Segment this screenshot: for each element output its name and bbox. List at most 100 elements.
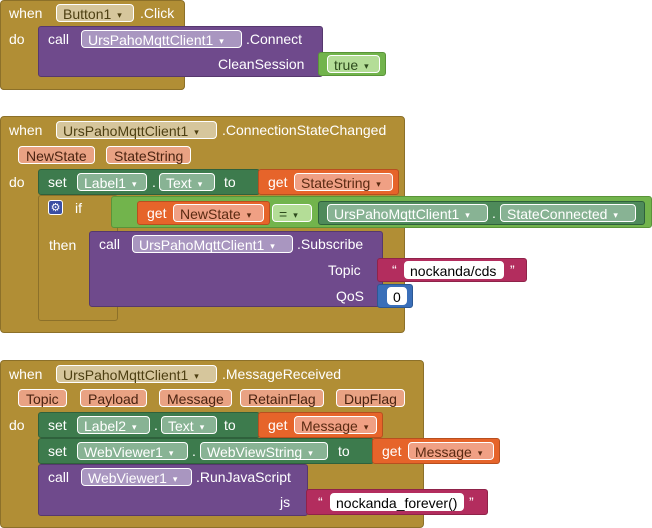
const-property-dropdown[interactable]: StateConnected ▾ [500,204,636,222]
event-name: .ConnectionStateChanged [222,122,387,138]
qos-number-field[interactable]: 0 [387,287,407,305]
chevron-down-icon: ▾ [132,422,137,432]
method-name: .Connect [246,31,303,47]
call-component-name: UrsPahoMqttClient1 [139,237,265,253]
get-label: get [268,174,288,190]
do-label: do [9,31,25,47]
chevron-down-icon: ▾ [194,127,199,137]
param-payload[interactable]: Payload [80,389,147,407]
then-label: then [49,237,77,253]
chevron-down-icon: ▾ [168,448,174,458]
chevron-down-icon: ▾ [364,61,369,71]
chevron-down-icon: ▾ [270,241,275,251]
param-statestring[interactable]: StateString [106,146,192,164]
chevron-down-icon: ▾ [197,179,203,189]
component-dropdown-client[interactable]: UrsPahoMqttClient1 ▾ [56,365,217,383]
set-component-name: Label2 [84,418,127,434]
param-message[interactable]: Message [159,389,232,407]
set-property-name: Text [166,175,192,191]
get-var-name: StateString [301,175,371,191]
arg-label-js: js [280,494,291,510]
chevron-down-icon: ▾ [308,448,313,458]
quote-close-icon: ” [469,494,474,510]
dot-label: . [152,174,156,190]
call-label: call [48,31,70,47]
const-property-name: StateConnected [507,206,608,222]
chevron-down-icon: ▾ [117,10,122,20]
set-property-dropdown[interactable]: Text ▾ [161,416,217,434]
qos-number-value: 0 [393,289,401,305]
arg-label-topic: Topic [328,262,361,278]
component-name: UrsPahoMqttClient1 [63,367,189,383]
method-name: .Subscribe [297,236,364,252]
component-dropdown-client[interactable]: UrsPahoMqttClient1 ▾ [56,121,217,139]
chevron-down-icon: ▾ [465,210,470,220]
if-label: if [75,200,82,216]
set-property-dropdown[interactable]: WebViewString ▾ [200,442,328,460]
call-component-name: WebViewer1 [88,470,167,486]
set-component-dropdown[interactable]: Label2 ▾ [77,416,150,434]
set-property-name: WebViewString [207,444,303,460]
quote-open-icon: “ [392,262,397,278]
to-label: to [224,417,236,433]
get-var-dropdown[interactable]: Message ▾ [294,416,377,434]
to-label: to [224,174,236,190]
get-newstate-dropdown[interactable]: NewState ▾ [173,204,264,222]
chevron-down-icon: ▾ [132,179,137,189]
when-label: when [9,366,43,382]
call-component-dropdown[interactable]: WebViewer1 ▾ [81,468,192,486]
quote-open-icon: “ [318,494,323,510]
event-name: .MessageReceived [222,366,342,382]
event-name: .Click [140,5,175,21]
boolean-dropdown-true[interactable]: true ▾ [327,55,380,73]
set-component-dropdown[interactable]: WebViewer1 ▾ [77,442,188,460]
boolean-value: true [334,57,359,73]
chevron-down-icon: ▾ [477,448,483,458]
param-dupflag[interactable]: DupFlag [336,389,405,407]
chevron-down-icon: ▾ [363,422,369,432]
chevron-down-icon: ▾ [219,36,224,46]
operator-dropdown[interactable]: = ▾ [272,204,312,222]
set-property-dropdown[interactable]: Text ▾ [159,173,215,191]
client-dropdown[interactable]: UrsPahoMqttClient1 ▾ [81,30,242,48]
param-newstate[interactable]: NewState [18,146,95,164]
topic-text-field[interactable]: nockanda/cds [404,261,504,279]
do-label: do [9,417,25,433]
get-var-name: Message [415,444,472,460]
get-var-name: Message [301,418,358,434]
const-component-dropdown[interactable]: UrsPahoMqttClient1 ▾ [327,204,488,222]
chevron-down-icon: ▾ [613,210,618,220]
js-text-field[interactable]: nockanda_forever() [330,493,464,511]
component-dropdown-button1[interactable]: Button1 ▾ [56,4,134,22]
set-label: set [48,417,67,433]
call-label: call [99,236,121,252]
quote-close-icon: ” [510,262,515,278]
param-topic[interactable]: Topic [18,389,67,407]
call-component-dropdown[interactable]: UrsPahoMqttClient1 ▾ [132,235,293,253]
when-label: when [9,122,43,138]
param-retainflag[interactable]: RetainFlag [240,389,324,407]
js-text-value: nockanda_forever() [336,495,458,511]
gear-icon[interactable]: ⚙ [48,200,63,215]
chevron-down-icon: ▾ [199,422,205,432]
get-label: get [382,443,402,459]
const-component-name: UrsPahoMqttClient1 [334,206,460,222]
do-label: do [9,174,25,190]
get-var-dropdown[interactable]: Message ▾ [408,442,494,460]
arg-label-cleansession: CleanSession [218,56,305,72]
set-component-name: Label1 [84,175,127,191]
get-label: get [268,417,288,433]
set-component-dropdown[interactable]: Label1 ▾ [77,173,147,191]
set-component-name: WebViewer1 [84,444,163,460]
get-label: get [147,205,167,221]
chevron-down-icon: ▾ [194,371,199,381]
set-label: set [48,174,67,190]
get-var-dropdown[interactable]: StateString ▾ [294,173,393,191]
component-name: Button1 [63,6,112,22]
chevron-down-icon: ▾ [246,210,252,220]
dot-label: . [492,205,496,221]
dot-label: . [154,417,158,433]
set-property-name: Text [168,418,194,434]
chevron-down-icon: ▾ [172,474,178,484]
arg-label-qos: QoS [336,288,365,304]
